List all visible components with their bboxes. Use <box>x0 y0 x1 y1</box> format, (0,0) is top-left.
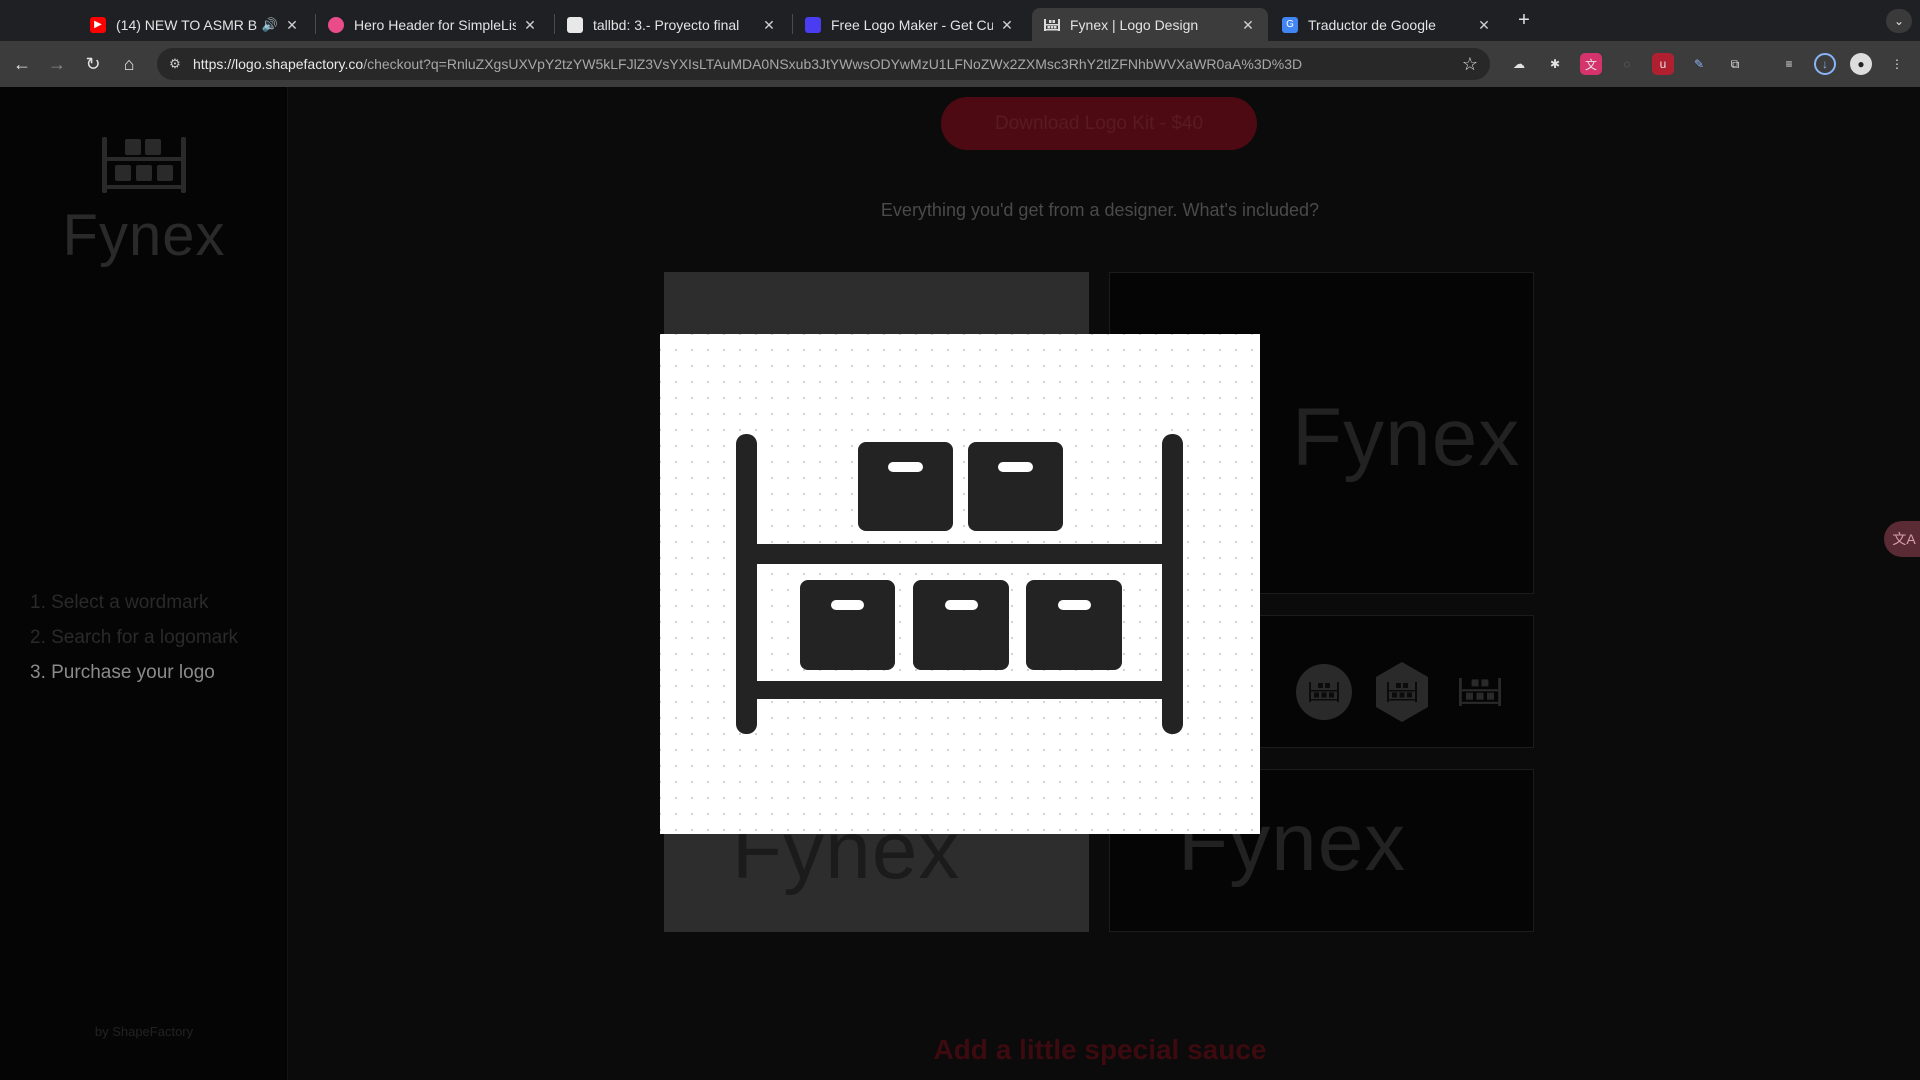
address-bar[interactable]: ⚙ https://logo.shapefactory.co/checkout?… <box>157 48 1490 80</box>
back-arrow-icon[interactable]: ← <box>10 52 34 76</box>
translate-bubble-icon[interactable]: 文A <box>1884 521 1920 557</box>
download-icon[interactable]: ↓ <box>1814 53 1836 75</box>
included-text: Everything you'd get from a designer. <box>880 200 1178 220</box>
close-icon[interactable]: ✕ <box>761 17 777 33</box>
close-icon[interactable]: ✕ <box>1240 17 1256 33</box>
tab-title: Free Logo Maker - Get Custom <box>831 16 993 33</box>
special-sauce-heading: Add a little special sauce <box>933 1034 1267 1065</box>
logomark-preview-modal[interactable] <box>660 334 1260 834</box>
checkout-steps: 1. Select a wordmark 2. Search for a log… <box>30 592 238 697</box>
google-translate-icon: G <box>1282 16 1298 33</box>
doc-icon <box>567 16 583 33</box>
circle-shelf-icon <box>1296 664 1352 720</box>
tab-youtube[interactable]: ▶ (14) NEW TO ASMR BUT I 🔊 ✕ <box>78 8 312 41</box>
url-host: https://logo.shapefactory.co <box>193 56 364 72</box>
cloud-extension-icon[interactable]: ☁ <box>1508 53 1530 75</box>
bookmark-star-icon[interactable]: ☆ <box>1462 54 1478 75</box>
media-control-icon[interactable]: ≡ <box>1778 53 1800 75</box>
ublock-extension-icon[interactable]: u <box>1652 53 1674 75</box>
new-tab-button[interactable]: + <box>1512 9 1536 33</box>
home-icon[interactable]: ⌂ <box>117 52 141 76</box>
close-icon[interactable]: ✕ <box>522 17 538 33</box>
reload-icon[interactable]: ↻ <box>81 52 105 76</box>
tab-title: tallbd: 3.- Proyecto final <box>593 16 740 33</box>
tab-fynex[interactable]: Fynex | Logo Design ✕ <box>1032 8 1268 41</box>
forward-arrow-icon[interactable]: → <box>45 52 69 76</box>
shelves-logomark-icon <box>736 434 1183 734</box>
tab-title: (14) NEW TO ASMR BUT I <box>116 16 258 33</box>
tab-title: Fynex | Logo Design <box>1070 16 1199 33</box>
tab-title: Traductor de Google <box>1308 16 1436 33</box>
step-select-wordmark[interactable]: 1. Select a wordmark <box>30 592 238 614</box>
tab-dribbble[interactable]: Hero Header for SimpleList by ✕ <box>316 8 550 41</box>
whats-included-line: Everything you'd get from a designer. Wh… <box>0 200 1920 221</box>
shelf-icon <box>1044 17 1060 33</box>
hexagon-shelf-icon <box>1374 662 1430 722</box>
shelf-logomark-icon <box>100 137 188 198</box>
translate-extension-icon[interactable]: 文 <box>1580 53 1602 75</box>
close-icon[interactable]: ✕ <box>999 17 1015 33</box>
tab-logo-maker[interactable]: Free Logo Maker - Get Custom ✕ <box>793 8 1027 41</box>
site-info-icon[interactable]: ⚙ <box>167 56 183 72</box>
url-path: /checkout?q=RnluZXgsUXVpY2tzYW5kLFJlZ3Vs… <box>363 56 1303 72</box>
page-content: Fynex 1. Select a wordmark 2. Search for… <box>0 87 1920 1080</box>
sidebar: Fynex 1. Select a wordmark 2. Search for… <box>0 87 288 1080</box>
browser-toolbar: ← → ↻ ⌂ ⚙ https://logo.shapefactory.co/c… <box>0 41 1920 87</box>
menu-kebab-icon[interactable]: ⋮ <box>1886 53 1908 75</box>
tab-strip: ▶ (14) NEW TO ASMR BUT I 🔊 ✕ Hero Header… <box>0 0 1920 41</box>
plain-shelf-icon <box>1452 664 1508 720</box>
step-search-logomark[interactable]: 2. Search for a logomark <box>30 627 238 649</box>
step-purchase-logo[interactable]: 3. Purchase your logo <box>30 662 238 684</box>
audio-icon[interactable]: 🔊 <box>262 17 278 33</box>
avatar[interactable]: ● <box>1850 53 1872 75</box>
close-icon[interactable]: ✕ <box>284 17 300 33</box>
tab-tallbd[interactable]: tallbd: 3.- Proyecto final ✕ <box>555 8 789 41</box>
tab-translate[interactable]: G Traductor de Google ✕ <box>1270 8 1504 41</box>
youtube-icon: ▶ <box>90 16 106 33</box>
dribbble-icon <box>328 16 344 33</box>
card-wordmark: Fynex <box>1292 392 1521 483</box>
circle-extension-icon[interactable]: ◌ <box>1616 53 1638 75</box>
pen-extension-icon[interactable]: ✎ <box>1688 53 1710 75</box>
download-logo-kit-button[interactable]: Download Logo Kit - $40 <box>941 97 1257 150</box>
tab-title: Hero Header for SimpleList by <box>354 16 516 33</box>
logomaker-icon <box>805 16 821 33</box>
extensions-puzzle-icon[interactable]: ⧉ <box>1724 53 1746 75</box>
whats-included-link[interactable]: What's included? <box>1183 200 1320 220</box>
puzzle-gear-extension-icon[interactable]: ✱ <box>1544 53 1566 75</box>
url-text[interactable]: https://logo.shapefactory.co/checkout?q=… <box>193 56 1302 72</box>
close-icon[interactable]: ✕ <box>1476 17 1492 33</box>
tab-search-chevron-icon[interactable]: ⌄ <box>1886 9 1912 33</box>
